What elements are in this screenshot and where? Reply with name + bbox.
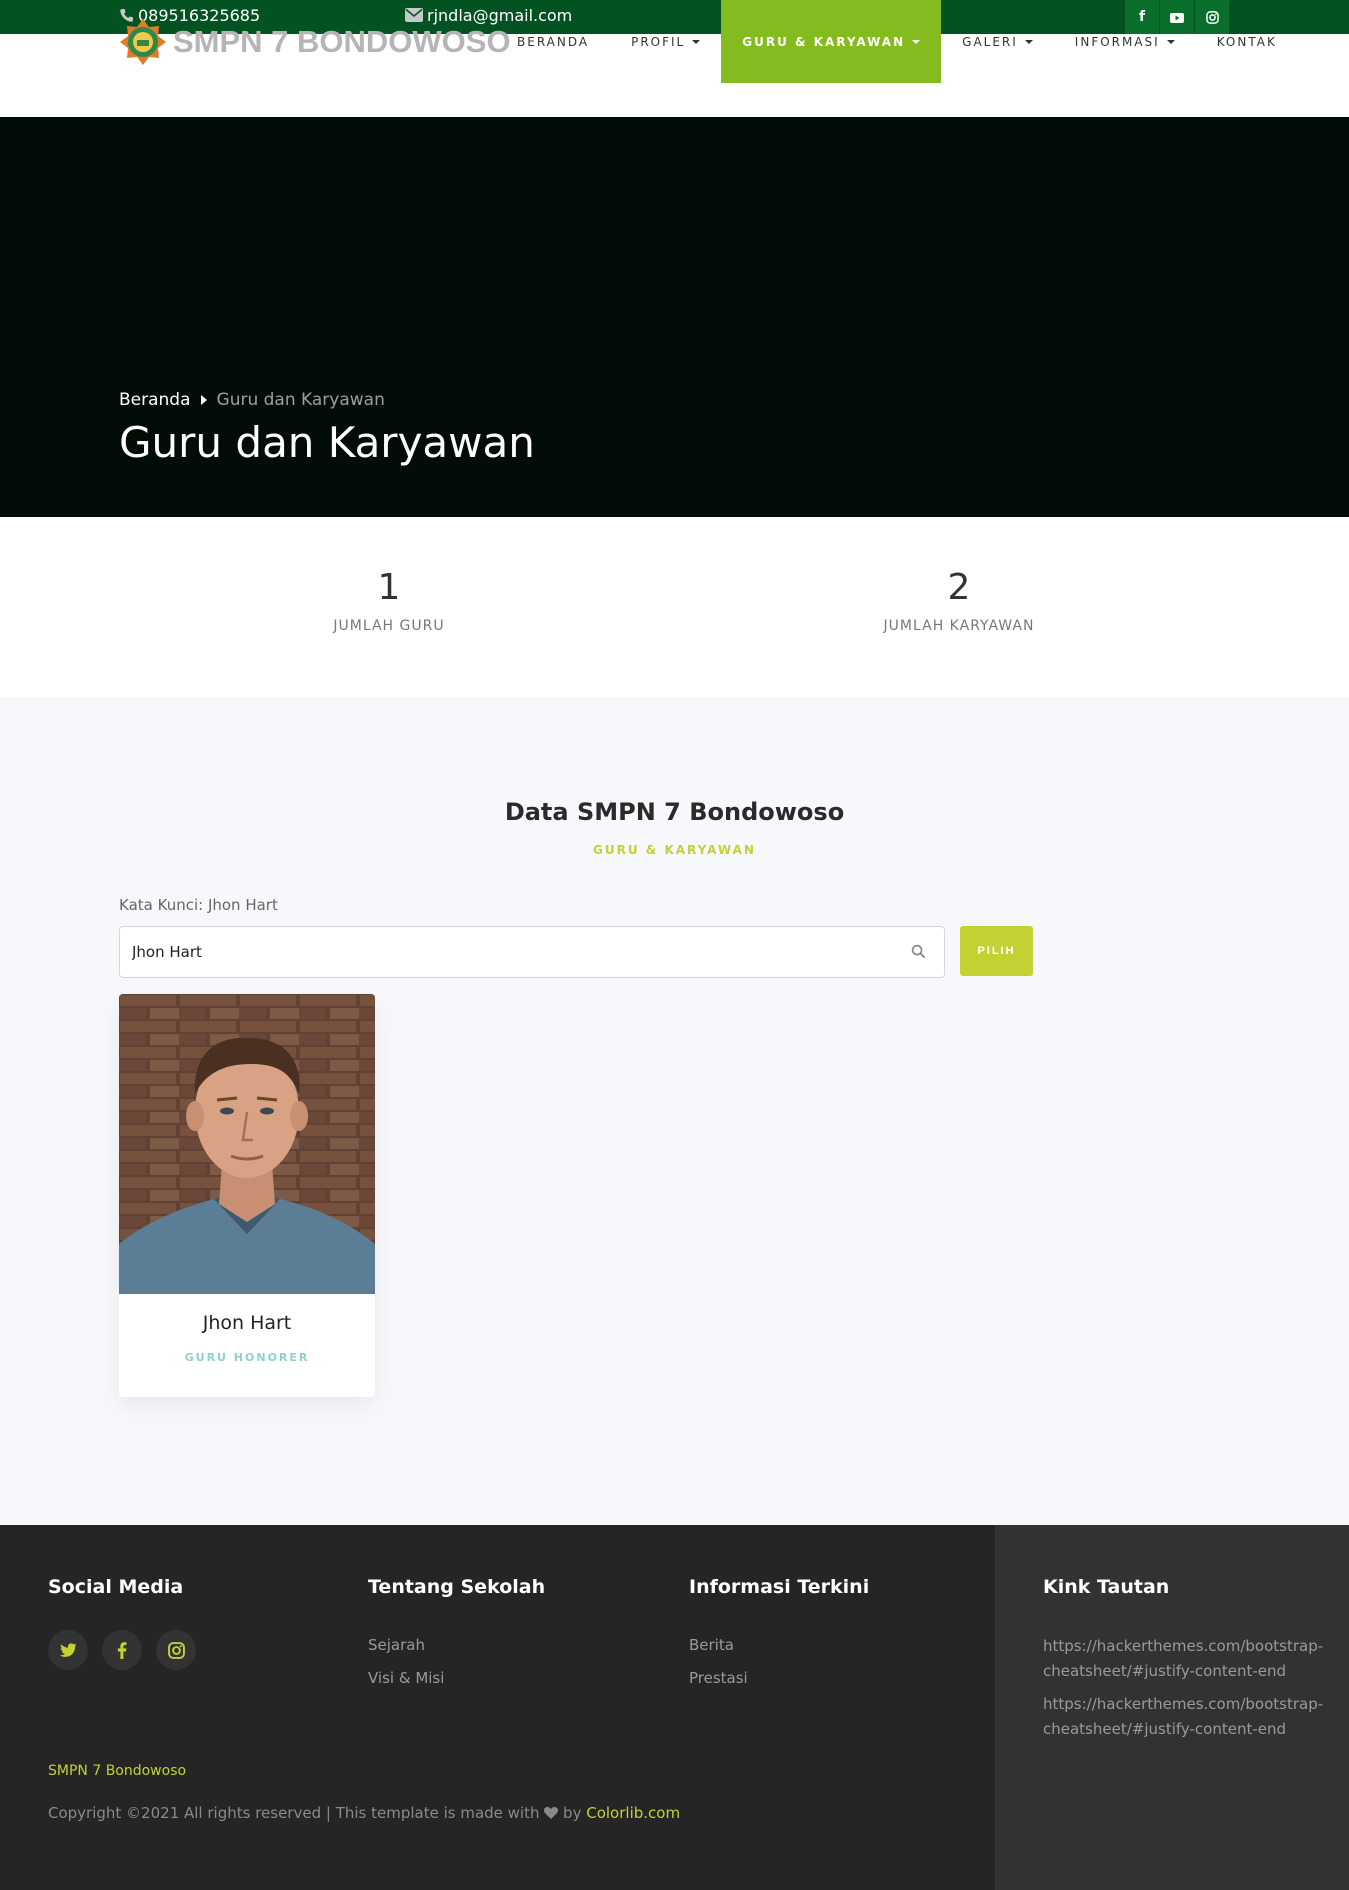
menu-label: PROFIL [631, 34, 686, 49]
footer-info-title: Informasi Terkini [689, 1576, 870, 1598]
footer-link-prestasi[interactable]: Prestasi [689, 1669, 748, 1687]
counter-karyawan: 2 JUMLAH KARYAWAN [779, 567, 1139, 634]
instagram-icon[interactable] [156, 1630, 196, 1670]
footer-link-visi-misi[interactable]: Visi & Misi [368, 1669, 444, 1687]
caret-down-icon [912, 39, 921, 44]
menu-profil[interactable]: PROFIL [610, 0, 721, 83]
footer-link-sejarah[interactable]: Sejarah [368, 1636, 425, 1654]
menu-label: BERANDA [517, 34, 590, 49]
facebook-icon[interactable] [102, 1630, 142, 1670]
footer-brand[interactable]: SMPN 7 Bondowoso [48, 1763, 186, 1779]
breadcrumb-home[interactable]: Beranda [119, 390, 191, 410]
school-logo[interactable] [119, 18, 167, 66]
footer-external-link[interactable]: https://hackerthemes.com/bootstrap-cheat… [1043, 1634, 1343, 1684]
menu-label: KONTAK [1216, 34, 1277, 49]
footer-external-link[interactable]: https://hackerthemes.com/bootstrap-cheat… [1043, 1692, 1343, 1742]
counter-label: JUMLAH KARYAWAN [883, 618, 1035, 634]
breadcrumb: Beranda Guru dan Karyawan [119, 390, 385, 410]
counter-value: 2 [947, 567, 971, 608]
main-menu: BERANDA PROFIL GURU & KARYAWAN GALERI IN… [496, 0, 1298, 83]
section-subtitle: GURU & KARYAWAN [593, 843, 756, 857]
footer-link-berita[interactable]: Berita [689, 1636, 734, 1654]
pilih-button[interactable]: PILIH [960, 926, 1033, 976]
counters-section [0, 517, 1349, 697]
envelope-icon [405, 8, 423, 22]
menu-label: GALERI [962, 34, 1018, 49]
footer-links-title: Kink Tautan [1043, 1576, 1170, 1598]
caret-right-icon [200, 395, 207, 405]
search-icon[interactable] [911, 944, 926, 959]
caret-down-icon [692, 39, 701, 44]
footer-social-links [48, 1630, 196, 1670]
copyright-text: Copyright ©2021 All rights reserved | Th… [48, 1804, 540, 1822]
staff-name[interactable]: Jhon Hart [119, 1312, 375, 1334]
staff-role: GURU HONORER [184, 1351, 310, 1364]
menu-kontak[interactable]: KONTAK [1196, 0, 1298, 83]
caret-down-icon [1024, 39, 1033, 44]
menu-label: INFORMASI [1074, 34, 1160, 49]
menu-galeri[interactable]: GALERI [941, 0, 1054, 83]
staff-card[interactable]: Jhon Hart GURU HONORER [119, 994, 375, 1397]
menu-informasi[interactable]: INFORMASI [1054, 0, 1196, 83]
counter-guru: 1 JUMLAH GURU [209, 567, 569, 634]
search-box [119, 926, 945, 978]
page-title: Guru dan Karyawan [119, 418, 535, 467]
search-input[interactable] [132, 927, 872, 977]
section-title: Data SMPN 7 Bondowoso [504, 798, 845, 826]
menu-beranda[interactable]: BERANDA [496, 0, 610, 83]
footer-about-title: Tentang Sekolah [368, 1576, 546, 1598]
staff-photo [119, 994, 375, 1294]
footer-copyright: Copyright ©2021 All rights reserved | Th… [48, 1804, 680, 1822]
colorlib-link[interactable]: Colorlib.com [586, 1804, 680, 1822]
counter-label: JUMLAH GURU [333, 618, 445, 634]
footer-social-title: Social Media [48, 1576, 184, 1598]
twitter-icon[interactable] [48, 1630, 88, 1670]
breadcrumb-current: Guru dan Karyawan [216, 390, 385, 410]
keyword-label: Kata Kunci: Jhon Hart [119, 896, 278, 914]
brand-name[interactable]: SMPN 7 BONDOWOSO [173, 22, 511, 62]
menu-guru-karyawan[interactable]: GURU & KARYAWAN [721, 0, 942, 83]
menu-label: GURU & KARYAWAN [742, 34, 906, 49]
by-text: by [563, 1804, 582, 1822]
counter-value: 1 [377, 567, 401, 608]
heart-icon [544, 1807, 559, 1819]
caret-down-icon [1166, 39, 1175, 44]
